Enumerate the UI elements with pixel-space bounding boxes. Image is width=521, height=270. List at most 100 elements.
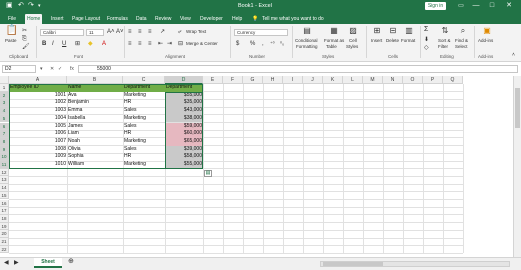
vertical-scroll-thumb[interactable] [515,88,520,128]
customize-quick-access-icon[interactable]: ▾ [38,2,41,10]
enter-icon[interactable]: ✓ [58,65,62,73]
tell-me-box[interactable]: Tell me what you want to do [260,14,326,24]
fill-color-icon[interactable]: ◆ [88,41,93,47]
row-header-7[interactable]: 7 [0,130,9,138]
row-header-4[interactable]: 4 [0,107,9,115]
column-header-p[interactable]: P [423,76,443,84]
cancel-icon[interactable]: ✕ [50,65,54,73]
redo-icon[interactable]: ↷ [28,2,34,10]
percent-style-button[interactable]: % [250,41,255,47]
horizontal-scroll-thumb[interactable] [323,262,383,266]
paste-icon[interactable]: 📋 [5,26,19,36]
increase-decimal-icon[interactable]: ⁺⁰ [270,41,275,47]
next-sheet-icon[interactable]: ▶ [14,260,19,266]
sign-in-button[interactable]: Sign in [425,2,446,10]
align-top-icon[interactable]: ≡ [128,29,132,35]
paste-button[interactable]: Paste [5,38,17,44]
borders-icon[interactable]: ⊞ [75,41,80,47]
format-cells-button[interactable]: Format [401,38,415,44]
tab-help[interactable]: Help [230,14,244,24]
column-header-f[interactable]: F [223,76,243,84]
font-name-box[interactable]: Calibri [40,29,84,36]
cell-styles-icon[interactable]: ▨ [346,26,360,35]
column-header-b[interactable]: B [67,76,123,84]
sheet-tab[interactable]: Sheet [34,258,62,268]
formula-input[interactable]: 55000 [78,65,518,73]
quick-analysis-icon[interactable]: ▤ [204,169,212,177]
align-bottom-icon[interactable]: ≡ [148,29,152,35]
name-box[interactable]: D2 [2,65,36,73]
tab-file[interactable]: File [6,14,18,24]
column-header-n[interactable]: N [383,76,403,84]
accounting-format-button[interactable]: $ [236,41,239,47]
minimize-button[interactable]: — [470,1,482,11]
clear-icon[interactable]: ◇ [424,45,429,51]
tab-home[interactable]: Home [25,14,43,24]
row-header-13[interactable]: 13 [0,176,9,185]
insert-cells-icon[interactable]: ⊞ [370,26,384,35]
format-as-table-icon[interactable]: ▦ [326,26,342,35]
row-header-20[interactable]: 20 [0,230,9,238]
row-header-18[interactable]: 18 [0,214,9,223]
row-header-10[interactable]: 10 [0,153,9,161]
row-header-16[interactable]: 16 [0,199,9,208]
merge-center-button[interactable]: Merge & Center [186,41,218,47]
align-middle-icon[interactable]: ≡ [138,29,142,35]
column-header-l[interactable]: L [343,76,363,84]
column-header-k[interactable]: K [323,76,343,84]
format-painter-icon[interactable]: 🖌 [22,43,30,52]
tab-page-layout[interactable]: Page Layout [70,14,102,24]
italic-button[interactable]: I [52,41,54,47]
format-cells-icon[interactable]: ▥ [402,26,416,35]
insert-function-button[interactable]: fx [70,65,74,73]
orientation-icon[interactable]: ↗ [160,29,165,35]
add-ins-icon[interactable]: ▣ [480,26,494,35]
vertical-scrollbar[interactable] [513,76,521,257]
save-icon[interactable]: ▣ [6,2,13,10]
row-header-9[interactable]: 9 [0,145,9,154]
align-center-icon[interactable]: ≡ [138,41,142,47]
number-format-box[interactable]: Currency [234,29,288,36]
row-header-17[interactable]: 17 [0,207,9,215]
grow-font-icon[interactable]: A˄ [107,29,115,35]
bold-button[interactable]: B [42,41,46,47]
worksheet-grid[interactable]: A B C D E F G H I J K L M N O P Q 1 2 3 4 5 6 7 8 9 10 11 12 13 14 15 16… [0,76,513,257]
font-color-icon[interactable]: A [102,41,106,47]
decrease-indent-icon[interactable]: ⇤ [158,41,163,47]
comma-style-button[interactable]: , [262,41,264,47]
column-header-o[interactable]: O [403,76,423,84]
column-header-m[interactable]: M [363,76,383,84]
row-header-2[interactable]: 2 [0,91,9,100]
find-select-icon[interactable]: ⌕ [456,26,470,35]
add-ins-button[interactable]: Add-ins [478,38,493,44]
column-header-d[interactable]: D [165,76,203,84]
align-left-icon[interactable]: ≡ [128,41,132,47]
column-header-a[interactable]: A [9,76,67,84]
horizontal-scrollbar[interactable] [320,261,510,267]
column-header-c[interactable]: C [123,76,165,84]
column-header-i[interactable]: I [283,76,303,84]
shrink-font-icon[interactable]: A˅ [116,29,124,35]
increase-indent-icon[interactable]: ⇥ [167,41,172,47]
delete-cells-button[interactable]: Delete [386,38,399,44]
tab-formulas[interactable]: Formulas [105,14,130,24]
close-button[interactable]: ✕ [503,1,515,11]
maximize-button[interactable]: □ [486,1,498,11]
select-all-corner[interactable] [0,76,9,84]
conditional-formatting-icon[interactable]: ▤ [298,26,316,35]
column-header-j[interactable]: J [303,76,323,84]
row-header-5[interactable]: 5 [0,114,9,123]
row-header-1[interactable]: 1 [0,84,9,92]
row-header-11[interactable]: 11 [0,161,9,169]
align-right-icon[interactable]: ≡ [148,41,152,47]
row-header-14[interactable]: 14 [0,184,9,192]
decrease-decimal-icon[interactable]: ⁰₀ [280,41,284,47]
row-header-15[interactable]: 15 [0,191,9,200]
font-size-box[interactable]: 11 [86,29,104,36]
row-header-22[interactable]: 22 [0,245,9,254]
underline-button[interactable]: U [62,41,66,47]
delete-cells-icon[interactable]: ⊟ [386,26,400,35]
row-header-8[interactable]: 8 [0,137,9,146]
wrap-text-button[interactable]: Wrap Text [186,29,206,35]
column-header-h[interactable]: H [263,76,283,84]
